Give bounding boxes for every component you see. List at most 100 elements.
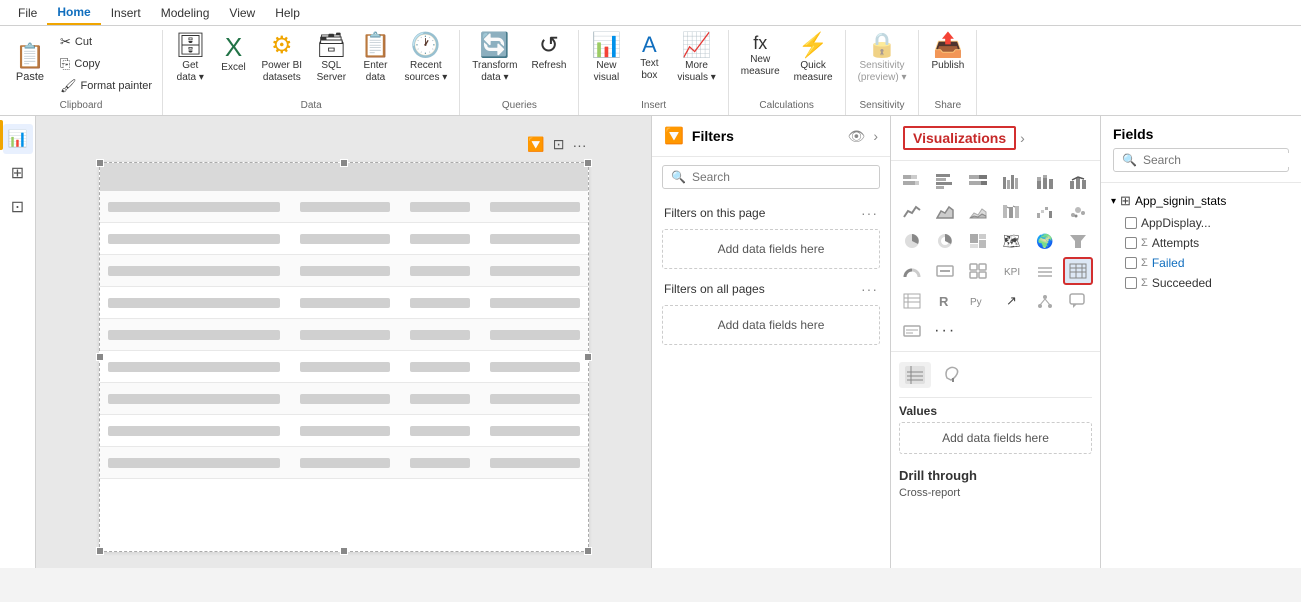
resize-tm[interactable] <box>340 159 348 167</box>
viz-multi-card[interactable] <box>963 257 993 285</box>
viz-smart-narrative[interactable] <box>897 317 927 345</box>
fields-search-box[interactable]: 🔍 <box>1113 148 1289 172</box>
sensitivity-button[interactable]: 🔒 Sensitivity(preview) ▾ <box>852 30 913 98</box>
svg-text:R: R <box>939 294 949 309</box>
viz-more-options[interactable]: ··· <box>930 317 960 345</box>
model-view-icon[interactable]: ⊡ <box>3 192 33 222</box>
more-options-icon[interactable]: ··· <box>571 135 589 155</box>
field-checkbox-appdisplay[interactable] <box>1125 217 1137 229</box>
viz-scatter[interactable] <box>1063 197 1093 225</box>
menu-help[interactable]: Help <box>265 2 310 24</box>
viz-card[interactable] <box>930 257 960 285</box>
new-measure-button[interactable]: fx Newmeasure <box>735 30 786 98</box>
viz-key-influencers[interactable]: ↗ <box>996 287 1026 315</box>
powerbi-datasets-button[interactable]: ⚙ Power BIdatasets <box>256 30 309 98</box>
filter-add-box-1[interactable]: Add data fields here <box>662 229 880 269</box>
fields-table-header[interactable]: ▾ ⊞ App_signin_stats <box>1105 189 1297 213</box>
viz-ribbon[interactable] <box>996 197 1026 225</box>
clipboard-label: Clipboard <box>6 98 156 113</box>
viz-clustered-bar[interactable] <box>930 167 960 195</box>
quick-measure-button[interactable]: ⚡ Quickmeasure <box>788 30 839 98</box>
resize-bl[interactable] <box>96 547 104 555</box>
focus-icon[interactable]: ⊡ <box>551 134 567 155</box>
enter-data-button[interactable]: 📋 Enterdata <box>355 30 397 98</box>
viz-pie[interactable] <box>897 227 927 255</box>
viz-map[interactable]: 🗺 <box>996 227 1026 255</box>
viz-line-col[interactable] <box>1063 167 1093 195</box>
viz-kpi[interactable]: KPI <box>996 257 1026 285</box>
excel-button[interactable]: X Excel <box>214 30 254 98</box>
recent-sources-icon: 🕐 <box>411 34 441 58</box>
filter-section-dots-2[interactable]: ··· <box>861 281 878 297</box>
viz-values-box[interactable]: Add data fields here <box>899 422 1092 454</box>
viz-expand-icon[interactable]: › <box>1020 130 1025 146</box>
new-visual-button[interactable]: 📊 Newvisual <box>585 30 627 98</box>
menu-view[interactable]: View <box>219 2 265 24</box>
menu-insert[interactable]: Insert <box>101 2 151 24</box>
filter-forward-icon[interactable]: › <box>873 128 878 144</box>
resize-ml[interactable] <box>96 353 104 361</box>
fields-search-input[interactable] <box>1143 153 1298 167</box>
fields-item-appdisplay[interactable]: AppDisplay... <box>1105 213 1297 233</box>
viz-qa[interactable] <box>1063 287 1093 315</box>
viz-matrix[interactable] <box>897 287 927 315</box>
filter-section-all-pages: Filters on all pages ··· <box>652 273 890 301</box>
viz-format-icon[interactable] <box>937 360 969 389</box>
transform-data-button[interactable]: 🔄 Transformdata ▾ <box>466 30 523 98</box>
viz-decomp-tree[interactable] <box>1030 287 1060 315</box>
filter-eye-icon[interactable]: 👁 <box>848 128 866 145</box>
viz-area[interactable] <box>930 197 960 225</box>
resize-tl[interactable] <box>96 159 104 167</box>
resize-tr[interactable] <box>584 159 592 167</box>
viz-slicer[interactable] <box>1030 257 1060 285</box>
filter-search-input[interactable] <box>692 170 871 184</box>
viz-stacked-area[interactable] <box>963 197 993 225</box>
refresh-button[interactable]: ↺ Refresh <box>525 30 572 98</box>
more-visuals-button[interactable]: 📈 Morevisuals ▾ <box>671 30 721 98</box>
viz-line[interactable] <box>897 197 927 225</box>
filter-visual-icon[interactable]: 🔽 <box>525 134 546 155</box>
viz-gauge[interactable] <box>897 257 927 285</box>
resize-mr[interactable] <box>584 353 592 361</box>
recent-sources-button[interactable]: 🕐 Recentsources ▾ <box>398 30 453 98</box>
field-checkbox-succeeded[interactable] <box>1125 277 1137 289</box>
menu-modeling[interactable]: Modeling <box>151 2 220 24</box>
viz-fields-icon[interactable] <box>899 362 931 388</box>
viz-filled-map[interactable]: 🌍 <box>1030 227 1060 255</box>
menu-home[interactable]: Home <box>47 1 100 25</box>
viz-stacked-bar-100[interactable] <box>963 167 993 195</box>
viz-r[interactable]: R <box>930 287 960 315</box>
format-painter-button[interactable]: 🖌 Format painter <box>56 76 156 96</box>
fields-item-succeeded[interactable]: Σ Succeeded <box>1105 273 1297 293</box>
resize-bm[interactable] <box>340 547 348 555</box>
calculations-label: Calculations <box>735 98 839 113</box>
field-checkbox-attempts[interactable] <box>1125 237 1137 249</box>
get-data-button[interactable]: 🗄 Getdata ▾ <box>169 30 211 98</box>
report-view-icon[interactable]: 📊 <box>3 124 33 154</box>
sql-server-button[interactable]: 🗃 SQLServer <box>310 30 352 98</box>
viz-stacked-col[interactable] <box>1030 167 1060 195</box>
menu-file[interactable]: File <box>8 2 47 24</box>
viz-table[interactable] <box>1063 257 1093 285</box>
viz-python[interactable]: Py <box>963 287 993 315</box>
canvas-visual[interactable] <box>99 162 589 552</box>
fields-item-failed[interactable]: Σ Failed <box>1105 253 1297 273</box>
text-box-button[interactable]: A Textbox <box>629 30 669 98</box>
publish-button[interactable]: 📤 Publish <box>925 30 970 98</box>
resize-br[interactable] <box>584 547 592 555</box>
field-checkbox-failed[interactable] <box>1125 257 1137 269</box>
viz-clustered-col[interactable] <box>996 167 1026 195</box>
cut-button[interactable]: ✂ Cut <box>56 32 96 52</box>
viz-waterfall[interactable] <box>1030 197 1060 225</box>
filter-section-dots-1[interactable]: ··· <box>861 205 878 221</box>
paste-button[interactable]: 📋 Paste <box>6 30 54 98</box>
copy-button[interactable]: ⎘ Copy <box>56 54 104 74</box>
filter-add-box-2[interactable]: Add data fields here <box>662 305 880 345</box>
viz-stacked-bar[interactable] <box>897 167 927 195</box>
viz-treemap[interactable] <box>963 227 993 255</box>
data-view-icon[interactable]: ⊞ <box>3 158 33 188</box>
viz-donut[interactable] <box>930 227 960 255</box>
filter-search-box[interactable]: 🔍 <box>662 165 880 189</box>
viz-funnel[interactable] <box>1063 227 1093 255</box>
fields-item-attempts[interactable]: Σ Attempts <box>1105 233 1297 253</box>
